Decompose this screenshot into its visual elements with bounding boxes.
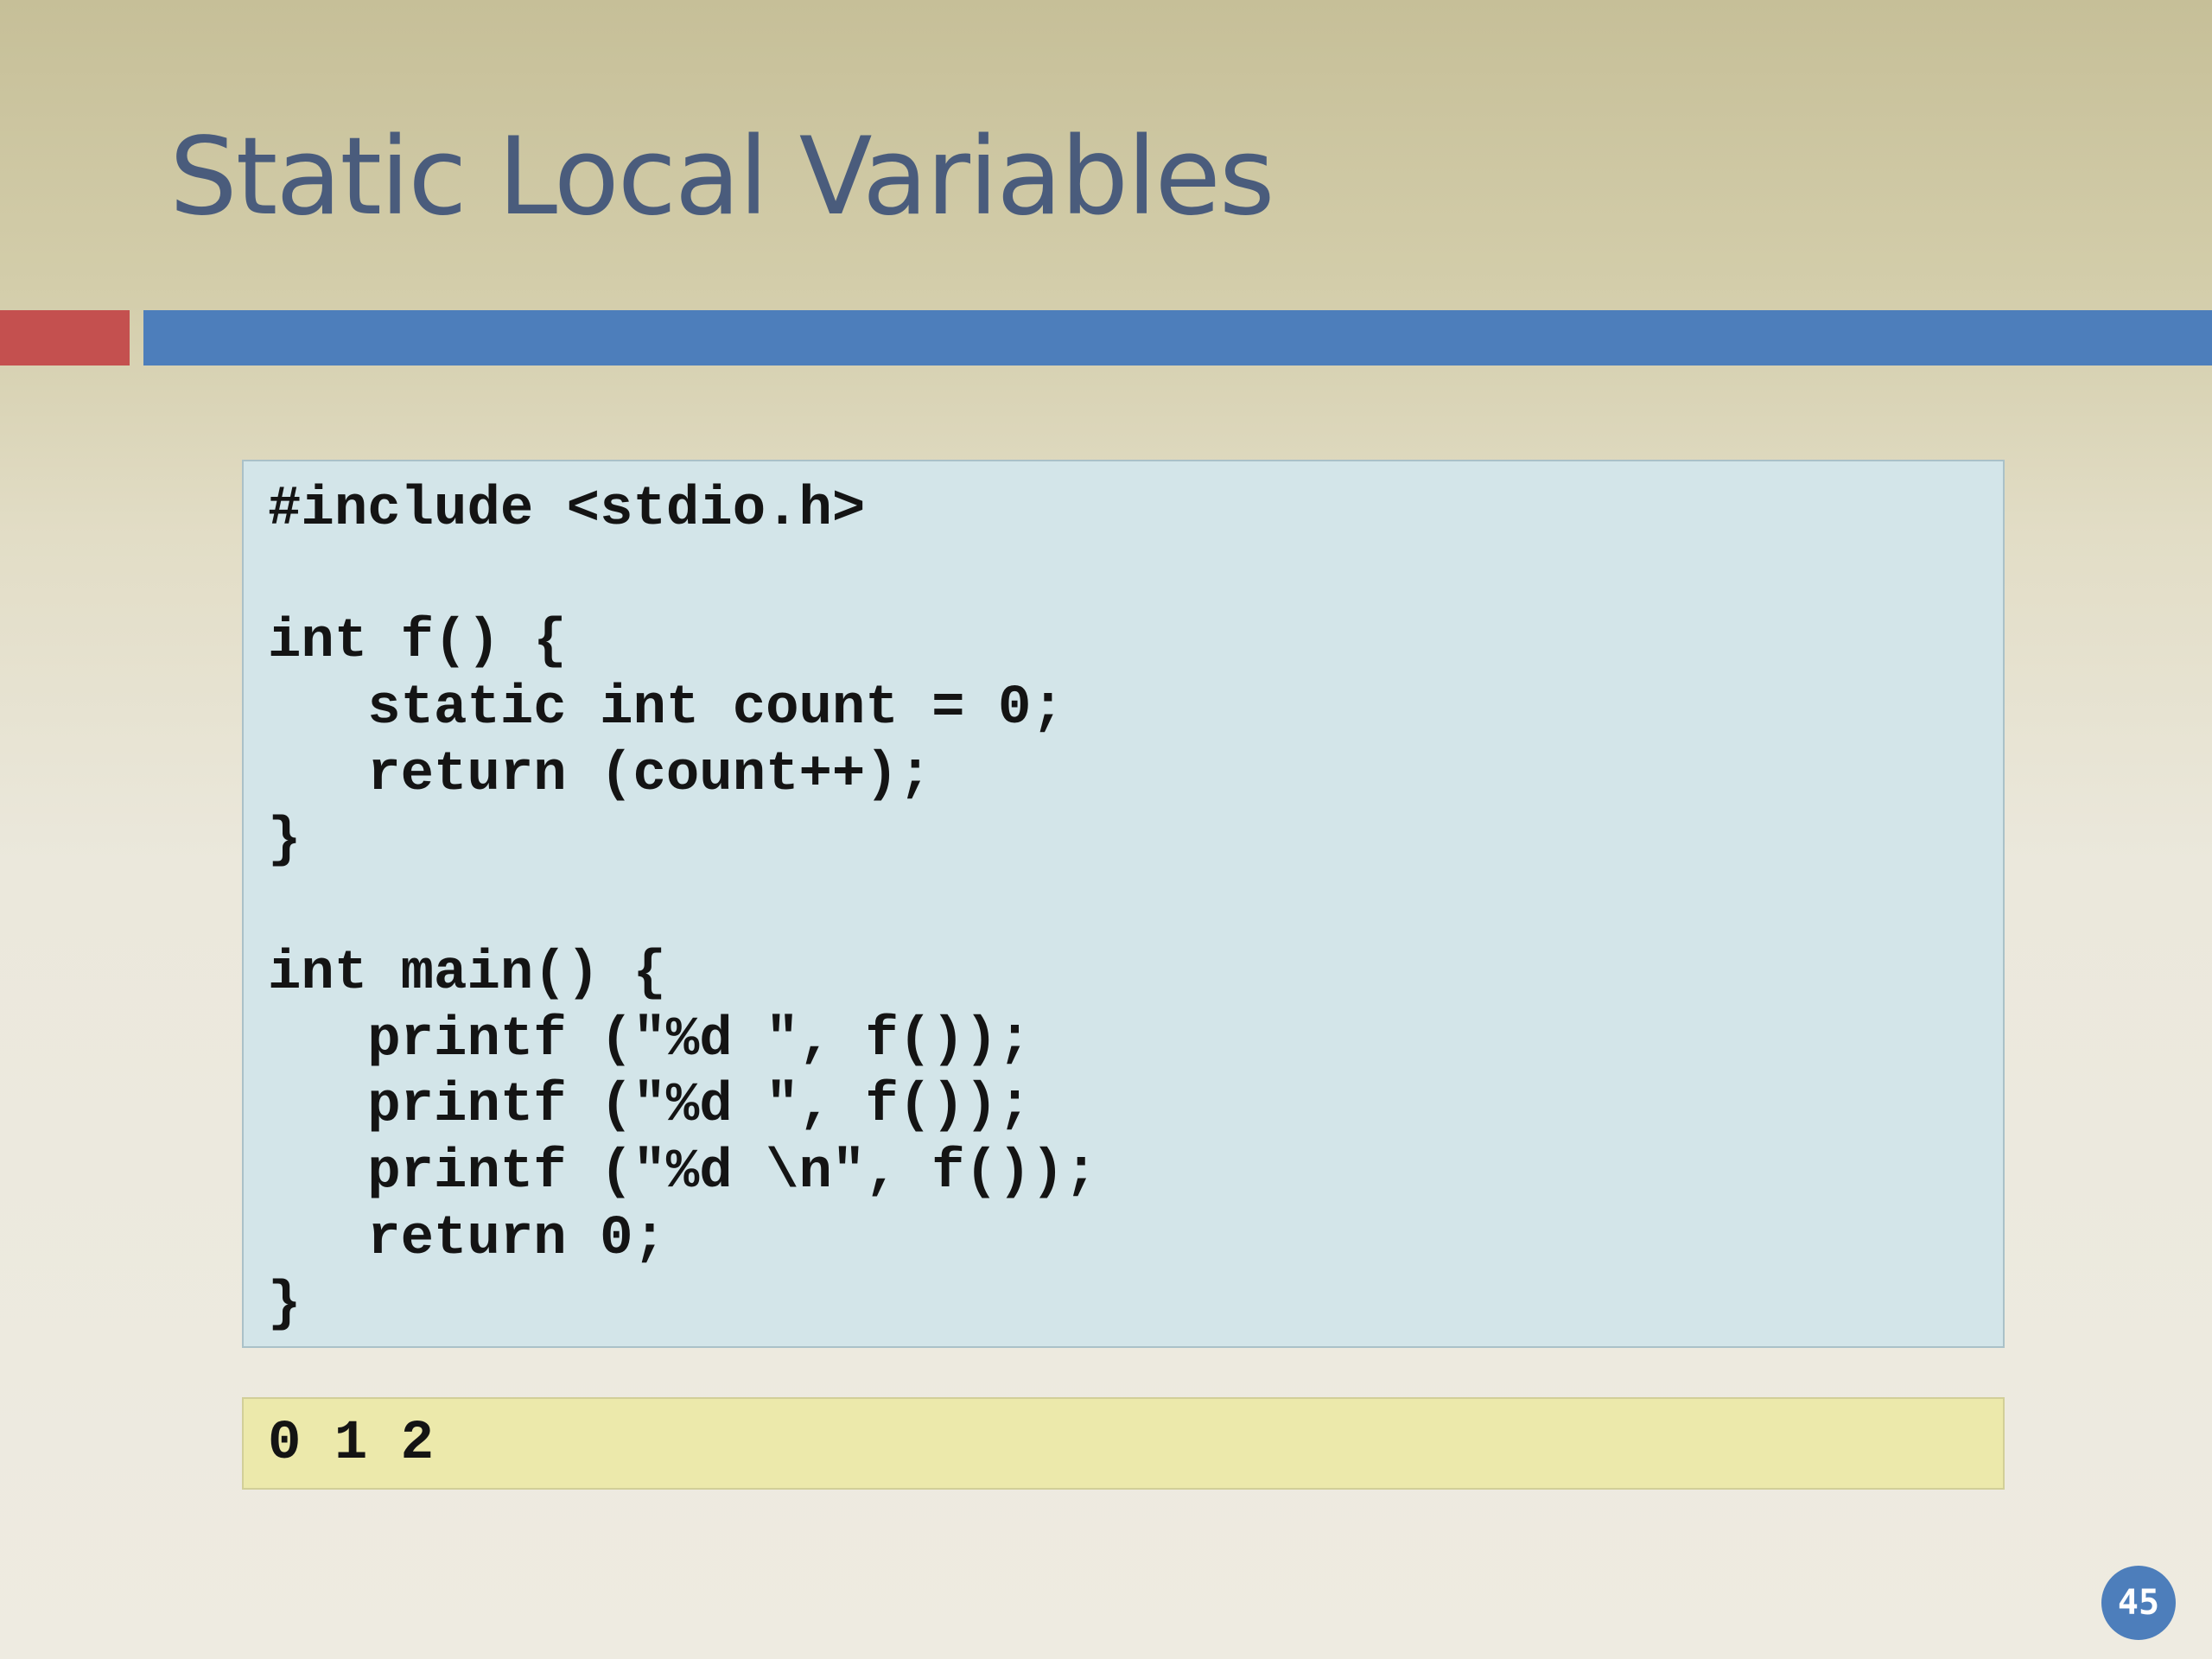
code-line: int f() { [268, 611, 567, 674]
code-lines: #include <stdio.h> int f() { static int … [268, 477, 1097, 1338]
program-output-box: 0 1 2 [242, 1397, 2005, 1490]
code-block: #include <stdio.h> int f() { static int … [242, 460, 2005, 1348]
program-output: 0 1 2 [268, 1413, 435, 1475]
title-accent-bar-blue [143, 310, 2212, 365]
code-line: } [268, 810, 302, 873]
code-line: } [268, 1274, 302, 1337]
code-line: printf ("%d ", f()); [268, 1008, 1032, 1071]
code-line: printf ("%d \n", f()); [268, 1141, 1098, 1204]
code-line: return (count++); [268, 743, 932, 806]
code-line: return 0; [268, 1207, 666, 1270]
code-line: printf ("%d ", f()); [268, 1075, 1032, 1138]
title-accent-bar-red [0, 310, 130, 365]
code-line: int main() { [268, 942, 666, 1005]
slide-title: Static Local Variables [169, 115, 1274, 239]
page-number-badge: 45 [2101, 1566, 2176, 1640]
code-line: static int count = 0; [268, 677, 1065, 741]
code-line: #include <stdio.h> [268, 479, 866, 541]
